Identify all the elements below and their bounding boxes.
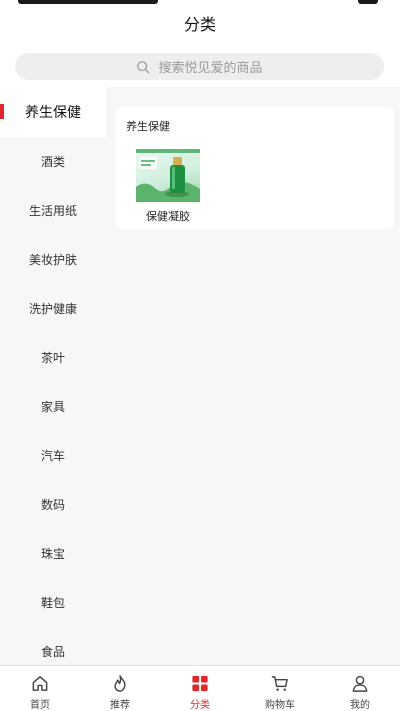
sidebar-item-label: 数码: [40, 498, 65, 512]
tab-profile[interactable]: 我的: [320, 666, 400, 711]
tab-home[interactable]: 首页: [0, 666, 80, 711]
user-icon: [352, 675, 368, 692]
home-icon: [32, 676, 48, 691]
sidebar-item-label: 茶叶: [40, 351, 65, 365]
status-bar: [0, 0, 400, 6]
product-image: [136, 149, 200, 202]
page-title: 分类: [183, 15, 216, 34]
subcategory-card: 养生保健 保健凝胶: [116, 107, 394, 229]
sidebar-item-label: 鞋包: [40, 596, 65, 610]
tab-label: 推荐: [110, 700, 130, 711]
product-name: 保健凝胶: [146, 210, 190, 223]
product-item[interactable]: 保健凝胶: [136, 149, 200, 224]
sidebar-item-label: 珠宝: [40, 547, 65, 561]
sidebar-item-tea[interactable]: 茶叶: [0, 333, 106, 382]
sidebar-item-furniture[interactable]: 家具: [0, 382, 106, 431]
cart-icon: [271, 676, 288, 691]
sidebar-item-car[interactable]: 汽车: [0, 431, 106, 480]
category-sidebar: 养生保健 酒类 生活用纸 美妆护肤 洗护健康 茶叶 家具 汽车 数码 珠宝 鞋包…: [0, 87, 106, 665]
tab-label: 分类: [190, 700, 210, 711]
sidebar-item-label: 汽车: [40, 449, 65, 463]
product-bottle-image: [136, 149, 200, 202]
tab-label: 首页: [30, 700, 50, 711]
sidebar-item-jewelry[interactable]: 珠宝: [0, 529, 106, 578]
status-bar-right: [358, 0, 378, 4]
search-input[interactable]: 搜索悦见爱的商品: [15, 53, 384, 80]
sidebar-item-beauty[interactable]: 美妆护肤: [0, 235, 106, 284]
tab-cart[interactable]: 购物车: [240, 666, 320, 711]
sidebar-item-food[interactable]: 食品: [0, 627, 106, 665]
status-bar-left: [18, 0, 158, 4]
sidebar-item-shoes-bags[interactable]: 鞋包: [0, 578, 106, 627]
sidebar-item-health[interactable]: 养生保健: [0, 87, 106, 137]
tab-label: 我的: [350, 700, 370, 711]
sidebar-item-label: 养生保健: [25, 105, 81, 121]
tab-label: 购物车: [265, 700, 295, 711]
category-content: 养生保健 保健凝胶: [106, 87, 400, 665]
sidebar-item-tissue[interactable]: 生活用纸: [0, 186, 106, 235]
sidebar-item-liquor[interactable]: 酒类: [0, 137, 106, 186]
sidebar-item-label: 酒类: [40, 155, 65, 169]
tab-recommend[interactable]: 推荐: [80, 666, 160, 711]
sidebar-item-personal-care[interactable]: 洗护健康: [0, 284, 106, 333]
sidebar-item-digital[interactable]: 数码: [0, 480, 106, 529]
search-placeholder: 搜索悦见爱的商品: [158, 61, 263, 76]
tab-category[interactable]: 分类: [160, 666, 240, 711]
grid-icon: [192, 675, 208, 692]
title-bar: 分类: [0, 8, 400, 44]
flame-icon: [114, 675, 126, 692]
sidebar-item-label: 美妆护肤: [28, 253, 77, 267]
search-icon: [137, 60, 150, 73]
sidebar-item-label: 生活用纸: [28, 204, 77, 218]
section-title: 养生保健: [126, 120, 170, 133]
bottom-tabbar: 首页 推荐 分类 购物车 我的: [0, 665, 400, 711]
sidebar-item-label: 家具: [40, 400, 65, 414]
sidebar-item-label: 洗护健康: [28, 302, 77, 316]
sidebar-item-label: 食品: [40, 645, 65, 659]
